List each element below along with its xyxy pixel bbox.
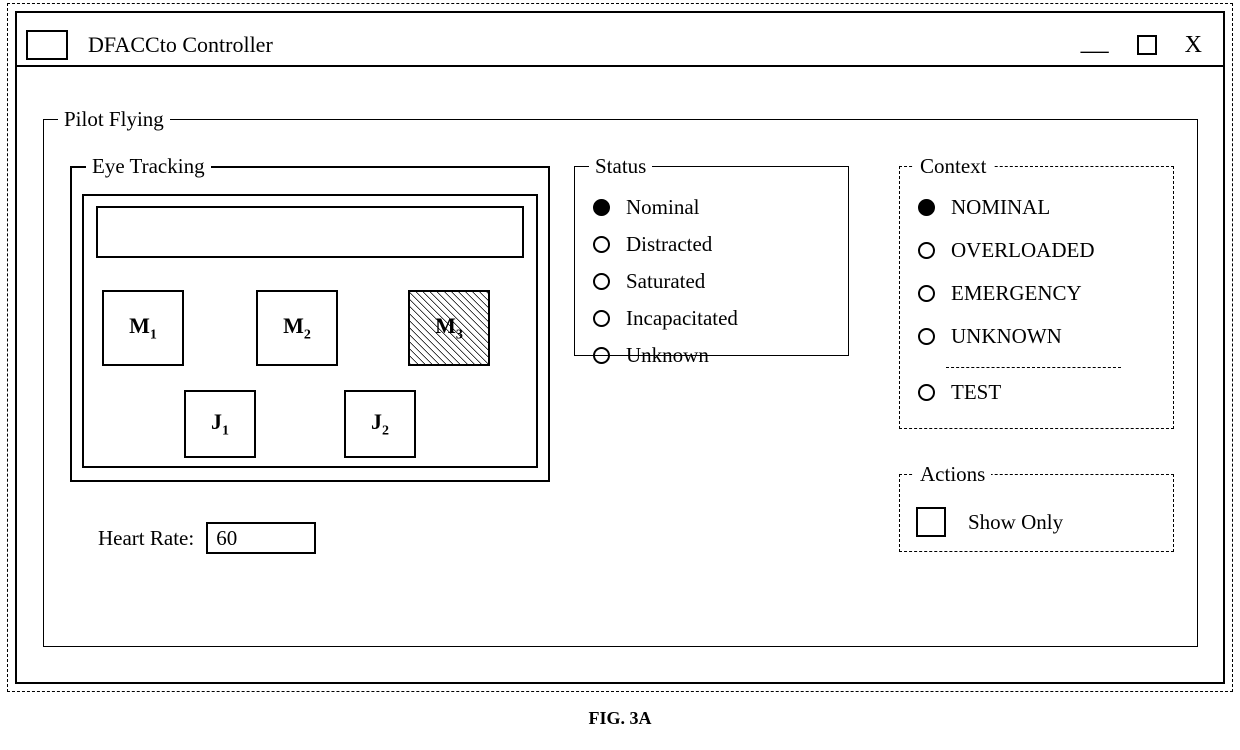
context-option-label: EMERGENCY <box>951 281 1082 306</box>
radio-dot-icon <box>918 384 935 401</box>
window-controls: — X <box>1081 32 1202 59</box>
status-option-label: Saturated <box>626 269 705 294</box>
figure-caption: FIG. 3A <box>0 708 1240 729</box>
status-option-unknown[interactable]: Unknown <box>593 343 738 368</box>
status-option-label: Distracted <box>626 232 712 257</box>
status-option-label: Nominal <box>626 195 700 220</box>
titlebar: DFACCto Controller — X <box>26 23 1214 67</box>
maximize-icon[interactable] <box>1137 35 1157 55</box>
heart-rate-row: Heart Rate: 60 <box>98 522 316 554</box>
context-option-overloaded[interactable]: OVERLOADED <box>918 238 1121 263</box>
window-frame: DFACCto Controller — X Pilot Flying Eye … <box>15 11 1225 684</box>
heart-rate-label: Heart Rate: <box>98 526 194 551</box>
context-group: Context NOMINAL OVERLOADED EMERGENCY UNK… <box>899 154 1174 429</box>
radio-dot-icon <box>918 328 935 345</box>
actions-group: Actions Show Only <box>899 462 1174 552</box>
context-option-nominal[interactable]: NOMINAL <box>918 195 1121 220</box>
radio-dot-icon <box>593 310 610 327</box>
show-only-label: Show Only <box>968 510 1063 535</box>
status-option-nominal[interactable]: Nominal <box>593 195 738 220</box>
eye-tracking-panel: M1 M2 M3 J1 J2 <box>82 194 538 468</box>
status-option-label: Unknown <box>626 343 709 368</box>
eye-region-j1[interactable]: J1 <box>184 390 256 458</box>
context-radio-list: NOMINAL OVERLOADED EMERGENCY UNKNOWN TES… <box>918 195 1121 423</box>
titlebar-separator <box>17 65 1223 67</box>
context-option-test[interactable]: TEST <box>918 380 1121 405</box>
context-option-unknown[interactable]: UNKNOWN <box>918 324 1121 349</box>
context-option-label: OVERLOADED <box>951 238 1094 263</box>
context-option-label: UNKNOWN <box>951 324 1062 349</box>
context-divider <box>946 367 1121 368</box>
eye-tracking-group: Eye Tracking M1 M2 M3 J1 J2 <box>70 154 550 482</box>
radio-dot-icon <box>593 273 610 290</box>
heart-rate-value[interactable]: 60 <box>206 522 316 554</box>
eye-tracking-legend: Eye Tracking <box>86 154 211 179</box>
eye-tracking-wide-box <box>96 206 524 258</box>
app-icon <box>26 30 68 60</box>
outer-dashed-border: DFACCto Controller — X Pilot Flying Eye … <box>7 3 1233 692</box>
radio-dot-icon <box>918 242 935 259</box>
actions-row: Show Only <box>916 507 1063 537</box>
show-only-checkbox[interactable] <box>916 507 946 537</box>
status-group: Status Nominal Distracted Saturated Inca… <box>574 154 849 356</box>
radio-dot-icon <box>918 199 935 216</box>
status-option-label: Incapacitated <box>626 306 738 331</box>
radio-dot-icon <box>593 236 610 253</box>
eye-region-j2[interactable]: J2 <box>344 390 416 458</box>
actions-legend: Actions <box>914 462 991 487</box>
close-icon[interactable]: X <box>1185 32 1202 59</box>
radio-dot-icon <box>918 285 935 302</box>
eye-region-m2[interactable]: M2 <box>256 290 338 366</box>
status-option-distracted[interactable]: Distracted <box>593 232 738 257</box>
status-legend: Status <box>589 154 652 179</box>
window-title: DFACCto Controller <box>88 32 1081 58</box>
context-option-label: TEST <box>951 380 1001 405</box>
context-legend: Context <box>914 154 993 179</box>
eye-region-m1[interactable]: M1 <box>102 290 184 366</box>
status-option-saturated[interactable]: Saturated <box>593 269 738 294</box>
pilot-flying-legend: Pilot Flying <box>58 107 170 132</box>
eye-region-m3[interactable]: M3 <box>408 290 490 366</box>
status-radio-list: Nominal Distracted Saturated Incapacitat… <box>593 195 738 380</box>
status-option-incapacitated[interactable]: Incapacitated <box>593 306 738 331</box>
context-option-emergency[interactable]: EMERGENCY <box>918 281 1121 306</box>
radio-dot-icon <box>593 199 610 216</box>
pilot-flying-group: Pilot Flying Eye Tracking M1 M2 M3 J1 J2… <box>43 107 1198 647</box>
context-option-label: NOMINAL <box>951 195 1050 220</box>
radio-dot-icon <box>593 347 610 364</box>
